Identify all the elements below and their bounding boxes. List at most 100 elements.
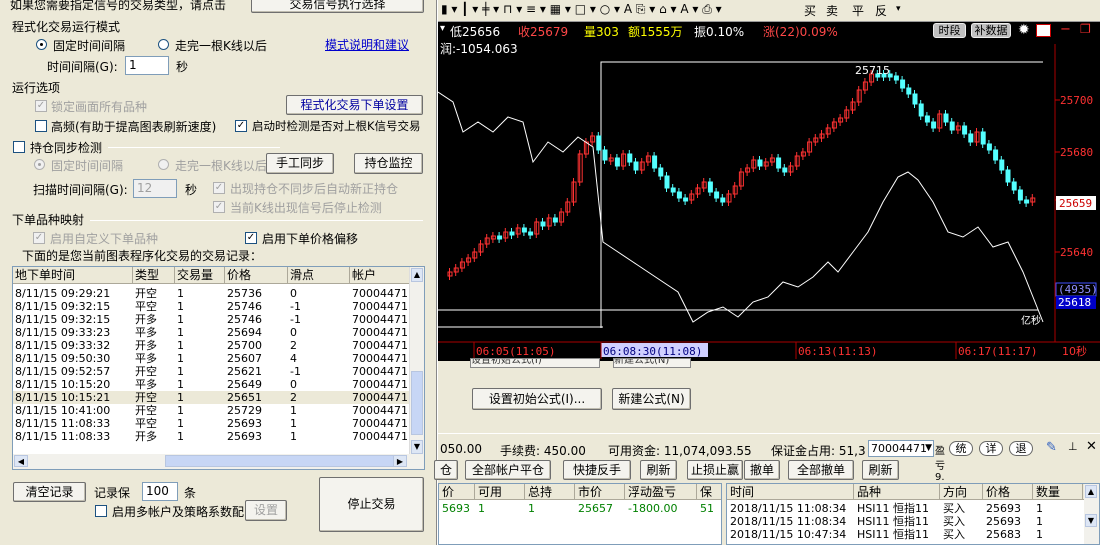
account-select[interactable]: 70004471 ▼ xyxy=(868,440,934,457)
column-header[interactable]: 总持 xyxy=(525,484,575,499)
column-header[interactable]: 数量 xyxy=(1033,484,1083,499)
table-row[interactable]: 2018/11/15 10:47:34 HSI11 恒指11 买入 25683 1 xyxy=(727,528,1083,541)
manual-sync-button[interactable]: 手工同步 xyxy=(266,153,334,174)
close-all-accounts-button[interactable]: 全部帐户平仓 xyxy=(465,460,551,480)
column-header[interactable]: 市价 xyxy=(575,484,625,499)
cancel-all-button[interactable]: 全部撤单 xyxy=(788,460,854,480)
sync-bar-radio[interactable] xyxy=(158,159,169,170)
table-row[interactable]: 8/11/15 10:41:00 开空 1 25729 1 70004471 xyxy=(13,404,411,417)
table-row[interactable]: 8/11/15 10:15:21 开空 1 25651 2 70004471 xyxy=(13,391,411,404)
restore-icon[interactable]: ❐ xyxy=(1080,22,1091,36)
auto-correct-checkbox[interactable]: ✓ xyxy=(213,182,225,194)
back-chip[interactable]: 退 xyxy=(1009,441,1033,456)
table-row[interactable]: 2018/11/15 11:08:34 HSI11 恒指11 买入 25693 1 xyxy=(727,502,1083,515)
stop-trading-button[interactable]: 停止交易 xyxy=(319,477,424,532)
refresh-orders-button[interactable]: 刷新 xyxy=(862,460,899,480)
minimize-icon[interactable]: − xyxy=(1060,22,1071,37)
price-offset-checkbox[interactable]: ✓ xyxy=(245,232,257,244)
stop-on-signal-checkbox[interactable]: ✓ xyxy=(213,201,225,213)
orders-table[interactable]: 时间 品种 方向 价格 数量 2018/11/15 11:08:34 HSI11 … xyxy=(726,483,1100,545)
new-formula-button[interactable]: 新建公式(N) xyxy=(612,388,691,410)
startup-check-checkbox[interactable]: ✓ xyxy=(235,120,247,132)
hidden-new-button[interactable]: 新建公式(N) xyxy=(613,358,691,368)
reverse-button[interactable]: 反 xyxy=(875,2,887,19)
close-position-button[interactable]: 平 xyxy=(852,2,864,19)
keep-count-input[interactable]: 100 xyxy=(142,482,178,501)
scroll-up-icon[interactable]: ▲ xyxy=(1085,485,1097,498)
column-header[interactable]: 品种 xyxy=(854,484,940,499)
table-row[interactable]: 8/11/15 09:29:21 开空 1 25736 0 70004471 xyxy=(13,287,411,300)
signal-select-button[interactable]: 交易信号执行选择 xyxy=(251,0,424,13)
stop-loss-button[interactable]: 止损止赢 xyxy=(687,460,743,480)
sync-fixed-radio[interactable] xyxy=(34,159,45,170)
chevron-down-icon[interactable]: ▾ xyxy=(896,4,901,14)
table-row[interactable]: 2018/11/15 11:08:34 HSI11 恒指11 买入 25693 1 xyxy=(727,515,1083,528)
mode-help-link[interactable]: 模式说明和建议 xyxy=(325,36,409,53)
table-row[interactable]: 8/11/15 09:33:23 平多 1 25694 0 70004471 xyxy=(13,326,411,339)
table-row[interactable]: 8/11/15 09:50:30 平多 1 25607 4 70004471 xyxy=(13,352,411,365)
pin-icon[interactable]: ⊥ xyxy=(1068,440,1078,453)
drawing-tools[interactable]: ▮ ▾ ┃ ▾ ╪ ▾ ⊓ ▾ ≡ ▾ ▦ ▾ □ ▾ ○ ▾ A ⎘ ▾ ⌂ … xyxy=(441,2,722,17)
column-header[interactable]: 价 xyxy=(439,484,475,499)
column-header[interactable]: 交易量 xyxy=(175,267,225,283)
column-header[interactable]: 方向 xyxy=(940,484,983,499)
trade-records-table[interactable]: 地下单时间 类型 交易量 价格 滑点 帐户 8/11/15 09:29:21 开空… xyxy=(12,266,425,470)
position-monitor-button[interactable]: 持仓监控 xyxy=(354,153,423,174)
custom-symbol-checkbox[interactable]: ✓ xyxy=(33,232,45,244)
column-header[interactable]: 价格 xyxy=(983,484,1033,499)
scroll-right-icon[interactable]: ▶ xyxy=(393,455,407,467)
candlestick-chart[interactable]: 2570025680256602564025659(4935)256182571… xyxy=(438,22,1100,361)
table-row[interactable]: 8/11/15 09:52:57 开空 1 25621 -1 70004471 xyxy=(13,365,411,378)
column-header[interactable]: 滑点 xyxy=(288,267,350,283)
system-chip[interactable]: 统 xyxy=(949,441,973,456)
table-row[interactable]: 5693 1 1 25657 -1800.00 51 xyxy=(439,502,721,515)
scan-input[interactable]: 12 xyxy=(133,179,177,198)
interval-input[interactable]: 1 xyxy=(125,56,169,75)
vertical-scrollbar[interactable]: ▲ ▼ xyxy=(1084,484,1099,544)
clear-records-button[interactable]: 清空记录 xyxy=(13,482,86,502)
table-row[interactable]: 8/11/15 11:08:33 开多 1 25693 1 70004471 xyxy=(13,430,411,443)
scroll-up-icon[interactable]: ▲ xyxy=(411,268,423,282)
multi-account-checkbox[interactable] xyxy=(95,505,107,517)
horizontal-scrollbar[interactable]: ◀ ▶ xyxy=(13,454,424,469)
refresh-button[interactable]: 刷新 xyxy=(640,460,677,480)
scroll-down-icon[interactable]: ▼ xyxy=(1085,514,1097,527)
hidden-init-button[interactable]: 设置初始公式(I) xyxy=(470,358,600,368)
set-initial-formula-button[interactable]: 设置初始公式(I)... xyxy=(472,388,602,410)
order-settings-button[interactable]: 程式化交易下单设置 xyxy=(286,95,423,115)
sell-button[interactable]: 卖 xyxy=(826,2,838,19)
mode-fixed-radio[interactable] xyxy=(36,39,47,50)
positions-table[interactable]: 价 可用 总持 市价 浮动盈亏 保 5693 1 1 25657 -1800.0… xyxy=(438,483,722,545)
buy-button[interactable]: 买 xyxy=(804,2,816,19)
supplement-data-button[interactable]: 补数据 xyxy=(971,23,1011,38)
detail-chip[interactable]: 详 xyxy=(979,441,1003,456)
table-row[interactable]: 8/11/15 10:15:20 平多 1 25649 0 70004471 xyxy=(13,378,411,391)
tool-icon[interactable]: ✎ xyxy=(1046,440,1057,455)
period-button[interactable]: 时段 xyxy=(933,23,966,38)
close-all-left-button[interactable]: 仓 xyxy=(434,460,458,480)
vertical-scrollbar[interactable]: ▲ ▼ xyxy=(409,267,424,455)
column-header[interactable]: 类型 xyxy=(133,267,175,283)
mode-bar-radio[interactable] xyxy=(158,39,169,50)
lock-screen-checkbox[interactable]: ✓ xyxy=(35,100,47,112)
position-sync-checkbox[interactable] xyxy=(13,141,25,153)
close-icon[interactable]: ✕ xyxy=(1086,439,1097,454)
table-row[interactable]: 8/11/15 09:32:15 开多 1 25746 -1 70004471 xyxy=(13,313,411,326)
column-header[interactable]: 帐户 xyxy=(350,267,411,283)
column-header[interactable]: 时间 xyxy=(727,484,854,499)
scroll-thumb[interactable] xyxy=(165,455,405,467)
column-header[interactable]: 地下单时间 xyxy=(13,267,133,283)
table-row[interactable]: 8/11/15 11:08:33 平空 1 25693 1 70004471 xyxy=(13,417,411,430)
flag-icon[interactable] xyxy=(1036,24,1051,37)
scroll-left-icon[interactable]: ◀ xyxy=(14,455,28,467)
column-header[interactable]: 保 xyxy=(697,484,721,499)
table-row[interactable]: 8/11/15 09:32:15 平空 1 25746 -1 70004471 xyxy=(13,300,411,313)
scroll-down-icon[interactable]: ▼ xyxy=(411,440,423,454)
column-header[interactable]: 可用 xyxy=(475,484,525,499)
scroll-thumb[interactable] xyxy=(411,371,423,435)
table-row[interactable]: 8/11/15 09:33:32 开多 1 25700 2 70004471 xyxy=(13,339,411,352)
settings-button[interactable]: 设置 xyxy=(245,500,287,521)
cancel-order-button[interactable]: 撤单 xyxy=(744,460,780,480)
gear-icon[interactable]: ✹ xyxy=(1018,22,1030,38)
column-header[interactable]: 浮动盈亏 xyxy=(625,484,697,499)
